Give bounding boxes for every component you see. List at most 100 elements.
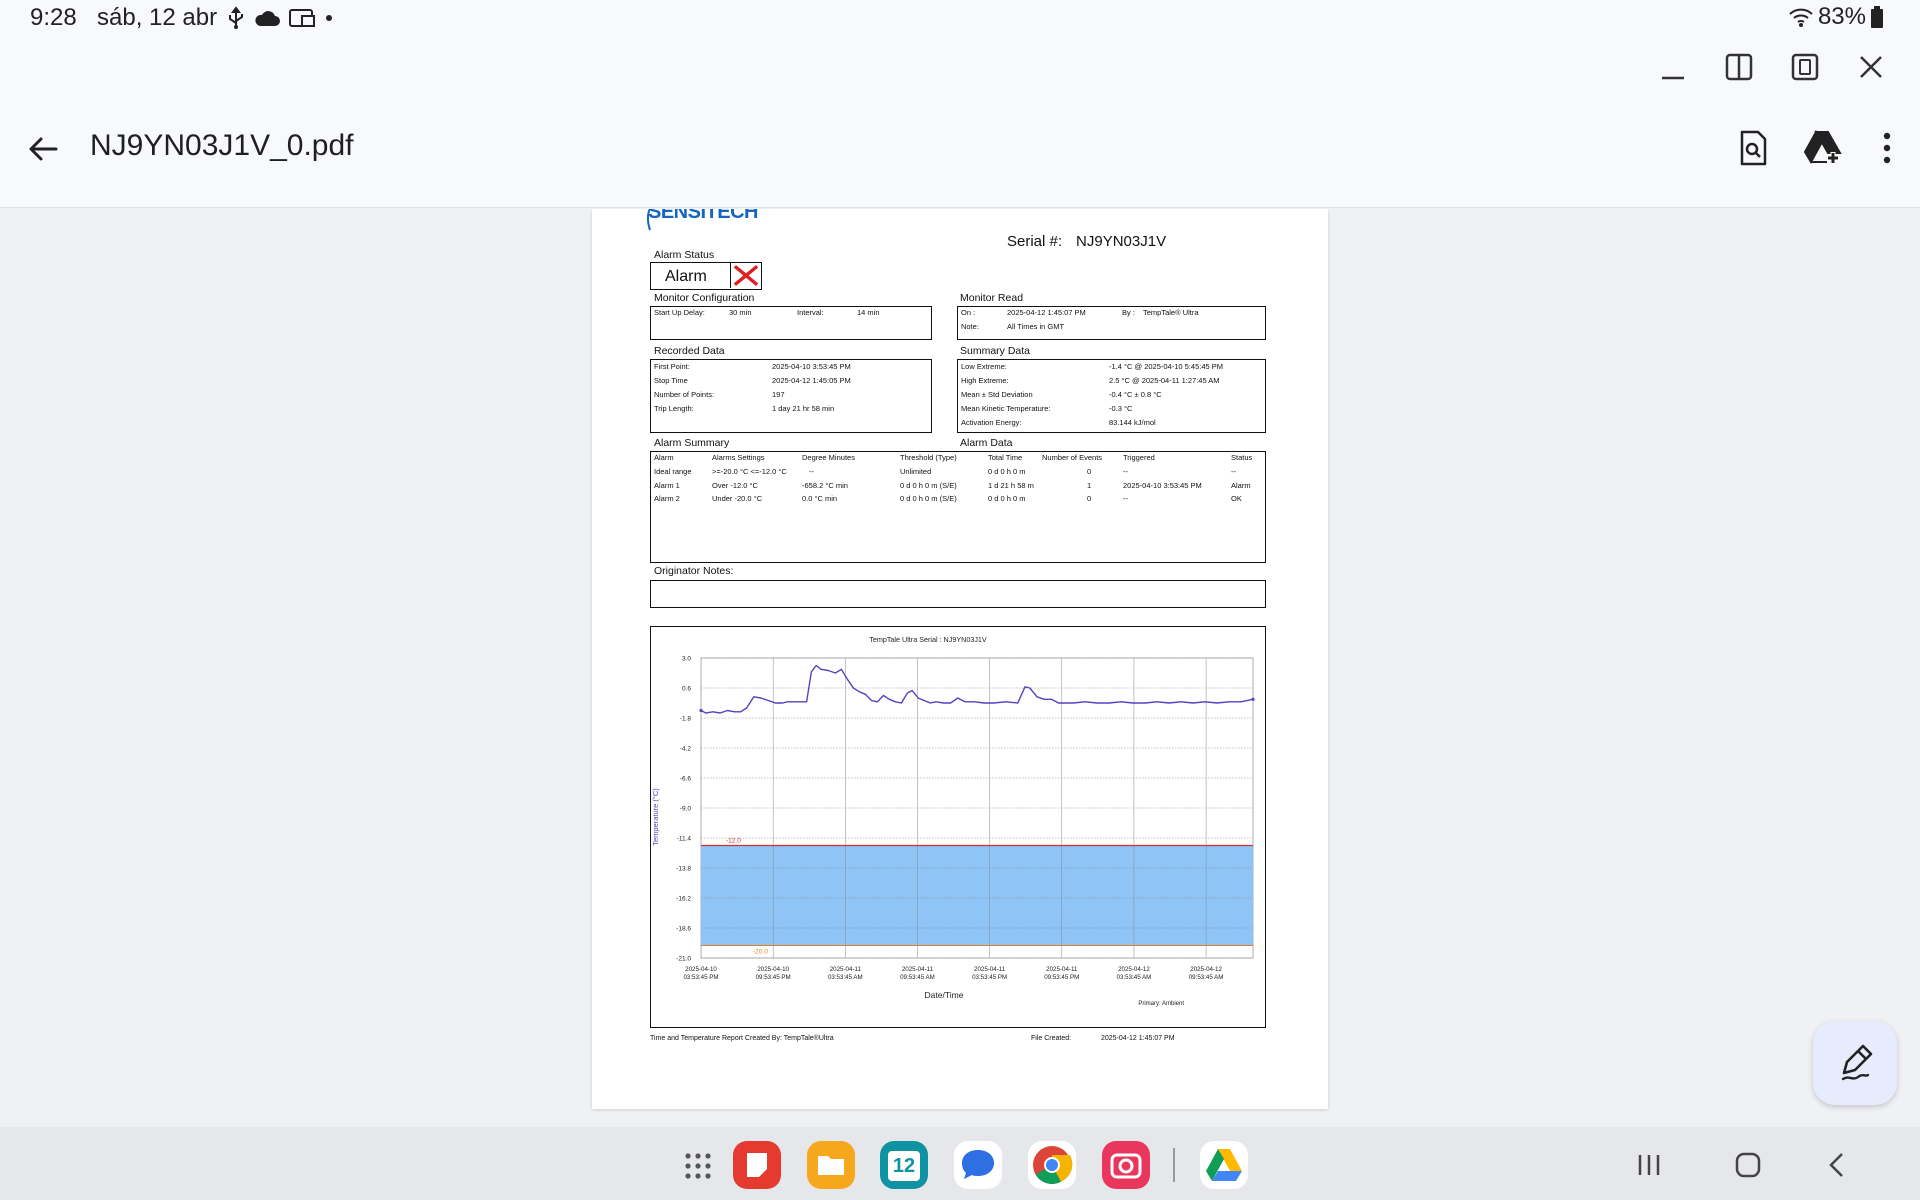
back-nav-icon[interactable]: [1822, 1150, 1852, 1180]
alarm-cell: OK: [1231, 494, 1242, 503]
split-view-icon[interactable]: [1724, 52, 1754, 82]
x-tick-label-time: 09:53:45 PM: [756, 974, 791, 981]
window-control-bar: [0, 34, 1920, 106]
calendar-app-icon[interactable]: 12: [880, 1141, 928, 1189]
interval-label: Interval:: [797, 308, 824, 317]
y-tick-label: -11.4: [677, 836, 692, 843]
back-arrow-icon[interactable]: [26, 132, 60, 166]
status-icons: [226, 4, 334, 32]
series-end-point: [1251, 697, 1255, 701]
alarm-cell: Alarm 1: [654, 481, 680, 490]
alarm-cell: --: [1123, 494, 1128, 503]
alarm-table-header: Alarms Settings: [712, 453, 765, 462]
read-by-label: By :: [1122, 308, 1135, 317]
pdf-viewer[interactable]: SENSITECH Serial #: NJ9YN03J1V Alarm Stat…: [0, 209, 1920, 1127]
calendar-day: 12: [888, 1151, 920, 1181]
alarm-cell: 0 d 0 h 0 m (S/E): [900, 494, 957, 503]
more-vert-icon[interactable]: [1867, 128, 1907, 168]
search-document-icon[interactable]: [1733, 128, 1773, 168]
alarm-cell: 0 d 0 h 0 m (S/E): [900, 481, 957, 490]
recorded-data-box: First Point: 2025-04-10 3:53:45 PM Stop …: [650, 359, 932, 433]
y-tick-label: -6.6: [680, 776, 692, 783]
upper-limit-label: -12.0: [726, 838, 741, 845]
alarm-cell: Alarm 2: [654, 494, 680, 503]
y-tick-label: 0.6: [682, 686, 691, 693]
cast-icon: [289, 9, 315, 27]
footer-file-created-value: 2025-04-12 1:45:07 PM: [1101, 1035, 1175, 1042]
drive-app-icon[interactable]: [1200, 1141, 1248, 1189]
status-bar: 9:28 sáb, 12 abr 83%: [0, 0, 1920, 34]
drive-add-icon[interactable]: [1803, 128, 1843, 168]
lower-limit-label: -20.0: [753, 949, 768, 956]
y-tick-label: -21.0: [676, 956, 691, 963]
monitor-read-box: On : 2025-04-12 1:45:07 PM By : TempTale…: [957, 306, 1266, 340]
alarm-status-label: Alarm Status: [654, 249, 715, 261]
recorded-data-label: Recorded Data: [654, 345, 725, 357]
status-right: 83%: [1788, 3, 1884, 31]
summary-row-key: High Extreme:: [961, 376, 1009, 385]
pdf-page: SENSITECH Serial #: NJ9YN03J1V Alarm Stat…: [592, 209, 1328, 1109]
summary-row-value: 2.5 °C @ 2025-04-11 1:27:45 AM: [1109, 376, 1220, 385]
alarm-cell: 0: [1087, 494, 1092, 503]
y-axis-label: Temperature (°C): [651, 788, 660, 846]
originator-notes-box: [650, 580, 1266, 608]
read-on-value: 2025-04-12 1:45:07 PM: [1007, 308, 1086, 317]
close-icon[interactable]: [1856, 52, 1886, 82]
y-tick-label: -16.2: [676, 896, 691, 903]
alarm-data-label: Alarm Data: [960, 437, 1013, 449]
app-drawer-icon[interactable]: [683, 1151, 713, 1181]
summary-data-label: Summary Data: [960, 345, 1031, 357]
minimize-icon[interactable]: [1658, 52, 1688, 82]
alarm-cell: 2025-04-10 3:53:45 PM: [1123, 481, 1202, 490]
serial-label: Serial #:: [1007, 233, 1063, 250]
files-app-icon[interactable]: [807, 1141, 855, 1189]
summary-row-value: -1.4 °C @ 2025-04-10 5:45:45 PM: [1109, 362, 1224, 371]
dock-divider: [1173, 1148, 1175, 1182]
alarm-cell: >=-20.0 °C <=-12.0 °C: [712, 467, 787, 476]
chrome-app-icon[interactable]: [1028, 1141, 1076, 1189]
alarm-table-box: Alarm Alarms Settings Degree Minutes Thr…: [650, 451, 1266, 563]
alarm-table-header: Total Time: [988, 453, 1023, 462]
alarm-table-header: Degree Minutes: [802, 453, 855, 462]
messages-app-icon[interactable]: [954, 1141, 1002, 1189]
recorded-row-key: Number of Points:: [654, 390, 715, 399]
alarm-cell: Over -12.0 °C: [712, 481, 758, 490]
battery-icon: [1871, 6, 1883, 28]
read-note-value: All Times in GMT: [1007, 322, 1065, 331]
startup-delay-label: Start Up Delay:: [654, 308, 705, 317]
x-tick-label-time: 03:53:45 PM: [683, 974, 718, 981]
alarm-table-header: Alarm: [654, 453, 674, 462]
dot-icon: [326, 15, 332, 21]
x-tick-label-date: 2025-04-11: [830, 966, 862, 973]
summary-row-value: -0.4 °C ± 0.8 °C: [1109, 390, 1162, 399]
notes-app-icon[interactable]: [733, 1141, 781, 1189]
summary-row-value: 83.144 kJ/mol: [1109, 418, 1156, 427]
alarm-cell: --: [809, 467, 814, 476]
summary-row-key: Activation Energy:: [961, 418, 1022, 427]
monitor-config-box: Start Up Delay: 30 min Interval: 14 min: [650, 306, 932, 340]
recents-icon[interactable]: [1634, 1150, 1664, 1180]
recorded-row-value: 197: [772, 390, 785, 399]
footer-created-by: Time and Temperature Report Created By: …: [650, 1035, 834, 1042]
alarm-cell: 1 d 21 h 58 m: [988, 481, 1034, 490]
serial-number: Serial #: NJ9YN03J1V: [1007, 233, 1166, 250]
monitor-read-label: Monitor Read: [960, 292, 1024, 304]
alarm-x-icon: [730, 263, 759, 288]
alarm-cell: --: [1231, 467, 1236, 476]
chart-title: TempTale Ultra Serial : NJ9YN03J1V: [869, 635, 987, 644]
camera-app-icon[interactable]: [1102, 1141, 1150, 1189]
ideal-range-band: [701, 845, 1253, 946]
alarm-table-header: Triggered: [1123, 453, 1155, 462]
footer-file-created-label: File Created:: [1031, 1035, 1072, 1042]
y-tick-label: -18.6: [676, 926, 691, 933]
popup-view-icon[interactable]: [1790, 52, 1820, 82]
wifi-icon: [1789, 8, 1813, 27]
home-icon[interactable]: [1733, 1150, 1763, 1180]
edit-fab-button[interactable]: [1813, 1021, 1897, 1105]
summary-row-value: -0.3 °C: [1109, 404, 1133, 413]
recorded-row-value: 2025-04-10 3:53:45 PM: [772, 362, 851, 371]
alarm-status-value: Alarm: [665, 268, 707, 285]
x-tick-label-date: 2025-04-11: [974, 966, 1006, 973]
x-tick-label-time: 03:53:45 AM: [1117, 974, 1152, 981]
status-date: sáb, 12 abr: [97, 4, 218, 31]
